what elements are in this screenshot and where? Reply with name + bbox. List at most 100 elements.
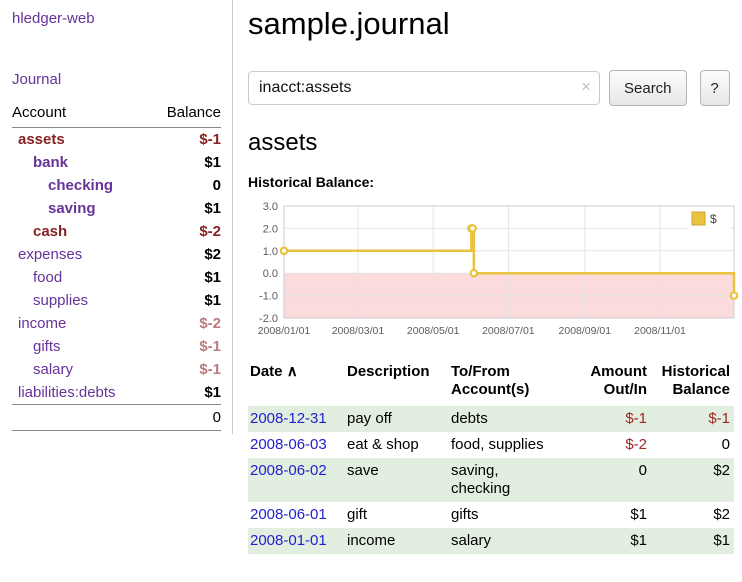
transaction-row: 2008-06-01giftgifts$1$2 xyxy=(248,502,734,528)
cell-accounts: food, supplies xyxy=(449,432,579,458)
transaction-date-link[interactable]: 2008-06-02 xyxy=(250,462,327,479)
account-cell: saving xyxy=(12,197,149,220)
cell-date: 2008-06-03 xyxy=(248,432,345,458)
chart-title: Historical Balance: xyxy=(248,174,738,190)
account-row: expenses $2 xyxy=(12,243,221,266)
account-row: saving$1 xyxy=(12,197,221,220)
account-link[interactable]: assets xyxy=(18,131,65,148)
cell-balance: $1 xyxy=(651,528,734,554)
account-cell: expenses xyxy=(12,243,149,266)
accounts-total-value: 0 xyxy=(149,405,221,431)
y-axis-tick-label: 1.0 xyxy=(263,246,278,258)
register-header-accounts: To/From Account(s) xyxy=(449,361,579,406)
transaction-date-link[interactable]: 2008-06-01 xyxy=(250,506,327,523)
cell-description: save xyxy=(345,458,449,502)
cell-accounts: saving, checking xyxy=(449,458,579,502)
account-link[interactable]: bank xyxy=(33,154,68,171)
sort-ascending-icon[interactable]: ∧ xyxy=(287,363,298,380)
y-axis-tick-label: -2.0 xyxy=(259,313,278,325)
x-axis-tick-label: 2008/05/01 xyxy=(407,325,460,337)
search-box: × xyxy=(248,71,600,105)
transaction-date-link[interactable]: 2008-06-03 xyxy=(250,436,327,453)
account-link[interactable]: supplies xyxy=(33,292,88,309)
transaction-date-link[interactable]: 2008-01-01 xyxy=(250,532,327,549)
register-header-balance: Historical Balance xyxy=(651,361,734,406)
x-axis-tick-label: 2008/11/01 xyxy=(634,325,686,337)
account-link[interactable]: liabilities:debts xyxy=(18,384,116,401)
account-link[interactable]: gifts xyxy=(33,338,61,355)
account-heading: assets xyxy=(248,129,738,157)
account-row: gifts$-1 xyxy=(12,335,221,358)
account-cell: bank xyxy=(12,151,149,174)
account-link[interactable]: cash xyxy=(33,223,67,240)
search-button[interactable]: Search xyxy=(609,70,687,106)
cell-date: 2008-06-01 xyxy=(248,502,345,528)
account-row: bank$1 xyxy=(12,151,221,174)
cell-accounts: salary xyxy=(449,528,579,554)
y-axis-tick-label: 2.0 xyxy=(263,223,278,235)
account-row: liabilities:debts $1 xyxy=(12,381,221,405)
account-balance: 0 xyxy=(149,174,221,197)
account-balance: $1 xyxy=(149,381,221,405)
search-input[interactable] xyxy=(248,71,600,105)
account-cell: food xyxy=(12,266,149,289)
sidebar: hledger-web Journal Account Balance asse… xyxy=(0,0,233,434)
account-row: cash$-2 xyxy=(12,220,221,243)
account-link[interactable]: checking xyxy=(48,177,113,194)
transaction-row: 2008-06-03eat & shopfood, supplies$-20 xyxy=(248,432,734,458)
cell-accounts: debts xyxy=(449,406,579,432)
account-row: checking 0 xyxy=(12,174,221,197)
y-axis-tick-label: 3.0 xyxy=(263,201,278,213)
account-cell: gifts xyxy=(12,335,149,358)
account-row: income$-2 xyxy=(12,312,221,335)
app-title-link[interactable]: hledger-web xyxy=(12,10,221,27)
account-row: food$1 xyxy=(12,266,221,289)
transaction-row: 2008-12-31pay offdebts$-1$-1 xyxy=(248,406,734,432)
register-table: Date ∧ Description To/From Account(s) Am… xyxy=(248,361,734,554)
account-row: assets$-1 xyxy=(12,128,221,152)
clear-search-icon[interactable]: × xyxy=(581,78,591,95)
register-header-date[interactable]: Date ∧ xyxy=(248,361,345,406)
register-header-date-label[interactable]: Date xyxy=(250,363,283,380)
register-header-description: Description xyxy=(345,361,449,406)
historical-balance-chart: 3.02.01.00.0-1.0-2.02008/01/012008/03/01… xyxy=(248,200,738,341)
accounts-total-row: 0 xyxy=(12,405,221,431)
cell-amount: $1 xyxy=(579,502,651,528)
cell-description: income xyxy=(345,528,449,554)
transaction-date-link[interactable]: 2008-12-31 xyxy=(250,410,327,427)
account-balance: $2 xyxy=(149,243,221,266)
cell-description: pay off xyxy=(345,406,449,432)
cell-accounts: gifts xyxy=(449,502,579,528)
account-link[interactable]: expenses xyxy=(18,246,82,263)
account-link[interactable]: food xyxy=(33,269,62,286)
cell-balance: 0 xyxy=(651,432,734,458)
account-cell: liabilities:debts xyxy=(12,381,149,405)
accounts-header-account: Account xyxy=(12,100,149,128)
account-row: salary $-1 xyxy=(12,358,221,381)
account-cell: salary xyxy=(12,358,149,381)
accounts-table: Account Balance assets$-1bank$1checking0… xyxy=(12,100,221,431)
cell-date: 2008-01-01 xyxy=(248,528,345,554)
account-link[interactable]: saving xyxy=(48,200,96,217)
x-axis-tick-label: 2008/07/01 xyxy=(482,325,535,337)
page-title: sample.journal xyxy=(248,6,738,42)
help-button[interactable]: ? xyxy=(700,70,730,106)
account-cell: supplies xyxy=(12,289,149,312)
account-cell: cash xyxy=(12,220,149,243)
x-axis-tick-label: 2008/09/01 xyxy=(559,325,612,337)
register-header-amount: Amount Out/In xyxy=(579,361,651,406)
cell-date: 2008-06-02 xyxy=(248,458,345,502)
transaction-row: 2008-06-02savesaving, checking0$2 xyxy=(248,458,734,502)
main-content: sample.journal × Search ? assets Histori… xyxy=(248,0,738,554)
cell-amount: $-2 xyxy=(579,432,651,458)
account-balance: $-1 xyxy=(149,358,221,381)
y-axis-tick-label: -1.0 xyxy=(259,291,278,303)
account-link[interactable]: salary xyxy=(33,361,73,378)
accounts-header-row: Account Balance xyxy=(12,100,221,128)
sidebar-item-journal[interactable]: Journal xyxy=(12,71,221,88)
y-axis-tick-label: 0.0 xyxy=(263,268,278,280)
account-balance: $1 xyxy=(149,289,221,312)
search-row: × Search ? xyxy=(248,70,738,106)
cell-amount: $-1 xyxy=(579,406,651,432)
account-link[interactable]: income xyxy=(18,315,66,332)
